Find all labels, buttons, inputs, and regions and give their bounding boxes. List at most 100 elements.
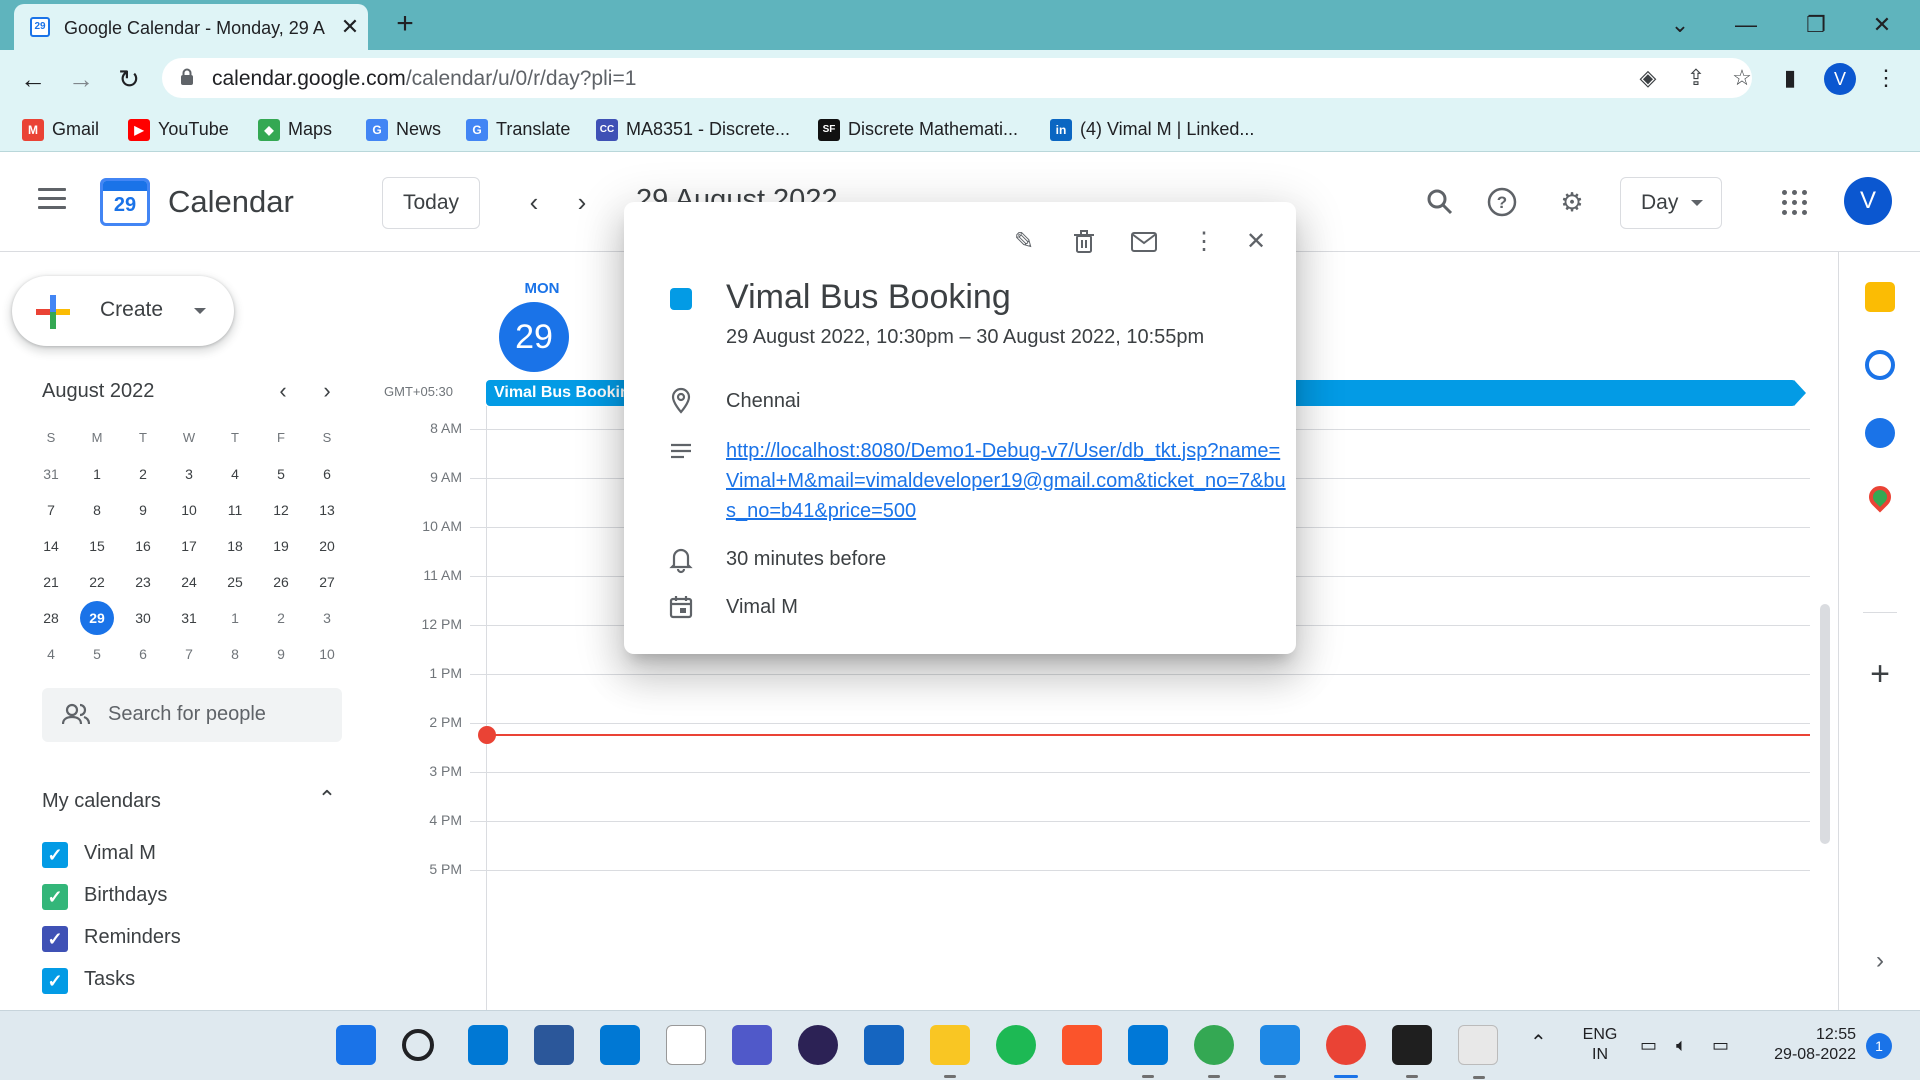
expand-chevron-icon[interactable]: › [1867,948,1893,974]
terminal-icon[interactable] [1392,1025,1432,1078]
checkbox-checked-icon[interactable]: ✓ [42,884,68,910]
browser-profile-avatar[interactable]: V [1824,63,1856,95]
bookmark-discrete-math[interactable]: SF Discrete Mathemati... [818,116,1018,142]
mini-day[interactable]: 31 [166,600,212,636]
main-menu-icon[interactable] [38,188,66,210]
mini-day[interactable]: 12 [258,492,304,528]
mini-day[interactable]: 21 [28,564,74,600]
language-indicator[interactable]: ENG IN [1572,1025,1628,1065]
mini-day[interactable]: 20 [304,528,350,564]
eclipse-icon[interactable] [798,1025,838,1065]
chrome-active-icon[interactable] [1326,1025,1366,1078]
mini-day[interactable]: 19 [258,528,304,564]
bookmark-translate[interactable]: G Translate [466,116,570,142]
mini-day[interactable]: 4 [28,636,74,672]
bookmark-gmail[interactable]: M Gmail [22,116,99,142]
bookmark-maps[interactable]: ◆ Maps [258,116,332,142]
vscode-icon[interactable] [1128,1025,1168,1078]
close-popup-icon[interactable]: ✕ [1236,222,1276,262]
side-panel-icon[interactable]: ▮ [1774,62,1806,94]
hour-row[interactable]: 2 PM [370,714,1810,730]
bookmark-linkedin[interactable]: in (4) Vimal M | Linked... [1050,116,1254,142]
help-icon[interactable]: ? [1482,182,1522,222]
mini-day[interactable]: 10 [166,492,212,528]
browser-tab[interactable]: 29 Google Calendar - Monday, 29 A ✕ [14,4,368,50]
mini-day[interactable]: 1 [74,456,120,492]
mini-day[interactable]: 10 [304,636,350,672]
checkbox-checked-icon[interactable]: ✓ [42,842,68,868]
teams-icon[interactable] [732,1025,772,1065]
mini-day[interactable]: 4 [212,456,258,492]
tasks-icon[interactable] [1865,350,1895,380]
checkbox-checked-icon[interactable]: ✓ [42,968,68,994]
mini-day[interactable]: 15 [74,528,120,564]
mini-day[interactable]: 30 [120,600,166,636]
forward-button[interactable]: → [64,62,98,96]
mini-day[interactable]: 23 [120,564,166,600]
microsoft-store-icon[interactable] [534,1025,574,1065]
back-button[interactable]: ← [16,62,50,96]
tab-search-icon[interactable]: ⌄ [1660,8,1700,42]
more-options-icon[interactable]: ⋮ [1184,222,1224,262]
mini-day[interactable]: 9 [120,492,166,528]
file-explorer-icon[interactable] [930,1025,970,1078]
keep-icon[interactable] [1865,282,1895,312]
mini-day[interactable]: 31 [28,456,74,492]
mini-day[interactable]: 16 [120,528,166,564]
new-tab-button[interactable]: + [388,8,422,42]
collapse-chevron-icon[interactable]: ⌃ [312,784,342,814]
mini-day[interactable]: 8 [74,492,120,528]
bookmark-news[interactable]: G News [366,116,441,142]
hour-row[interactable]: 4 PM [370,812,1810,828]
restore-button[interactable]: ❐ [1796,8,1836,42]
mini-day[interactable]: 3 [304,600,350,636]
mini-day[interactable]: 5 [258,456,304,492]
calendar-logo-icon[interactable]: 29 [100,178,150,226]
bookmark-youtube[interactable]: ▶ YouTube [128,116,229,142]
mini-day[interactable]: 8 [212,636,258,672]
close-window-button[interactable]: ✕ [1862,8,1902,42]
search-people-input[interactable]: Search for people [42,688,342,742]
account-avatar[interactable]: V [1844,177,1892,225]
day-number-button[interactable]: 29 [499,302,569,372]
google-apps-icon[interactable] [1782,190,1808,216]
checkbox-checked-icon[interactable]: ✓ [42,926,68,952]
create-button[interactable]: Create [12,276,234,346]
task-view-icon[interactable] [468,1025,508,1065]
mini-day[interactable]: 7 [28,492,74,528]
hour-row[interactable]: 3 PM [370,763,1810,779]
reload-button[interactable]: ↻ [112,62,146,96]
search-icon[interactable] [1420,182,1460,222]
chrome-profile-icon[interactable] [1194,1025,1234,1078]
contacts-icon[interactable] [1865,418,1895,448]
hour-row[interactable]: 5 PM [370,861,1810,877]
edit-pencil-icon[interactable]: ✎ [1004,222,1044,262]
share-icon[interactable]: ⇪ [1682,64,1710,92]
get-addons-plus-icon[interactable]: + [1863,657,1897,692]
mini-next-month-icon[interactable]: › [312,376,342,406]
tray-overflow-chevron-icon[interactable]: ⌃ [1530,1033,1547,1053]
dare2compete-icon[interactable] [666,1025,706,1065]
brave-icon[interactable] [1062,1025,1102,1065]
view-selector[interactable]: Day [1620,177,1722,229]
mini-day[interactable]: 1 [212,600,258,636]
url-bar[interactable]: calendar.google.com/calendar/u/0/r/day?p… [162,58,1752,98]
search-taskbar-icon[interactable] [402,1029,434,1061]
mini-day[interactable]: 27 [304,564,350,600]
java-icon[interactable] [1458,1025,1498,1079]
cortana-icon[interactable] [600,1025,640,1065]
mini-day[interactable]: 18 [212,528,258,564]
spotify-icon[interactable] [996,1025,1036,1065]
event-description-link[interactable]: http://localhost:8080/Demo1-Debug-v7/Use… [726,436,1286,526]
bookmark-star-icon[interactable]: ☆ [1728,64,1756,92]
today-button[interactable]: Today [382,177,480,229]
mini-day[interactable]: 14 [28,528,74,564]
minimize-button[interactable]: — [1726,8,1766,42]
browser-menu-icon[interactable]: ⋮ [1870,62,1902,94]
start-windows-icon[interactable] [336,1025,376,1065]
notepad-icon[interactable] [1260,1025,1300,1078]
mini-prev-month-icon[interactable]: ‹ [268,376,298,406]
mini-day[interactable]: 9 [258,636,304,672]
mini-day[interactable]: 17 [166,528,212,564]
maps-icon[interactable] [1864,481,1896,513]
